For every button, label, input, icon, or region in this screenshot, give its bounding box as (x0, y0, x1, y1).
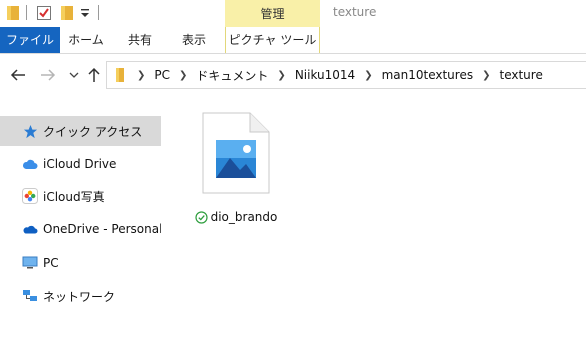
sidebar-item-label: iCloud写真 (43, 189, 105, 204)
back-arrow-icon[interactable] (8, 64, 28, 86)
file-name-text: dio_brando (210, 210, 278, 224)
sidebar-item-icloud-drive[interactable]: iCloud Drive (0, 149, 161, 179)
pc-icon (22, 255, 38, 271)
up-arrow-icon[interactable] (84, 64, 104, 86)
breadcrumb-separator-icon[interactable]: ❯ (476, 70, 496, 81)
tab-picture-tools[interactable]: ピクチャ ツール (225, 27, 320, 53)
breadcrumb-separator-icon[interactable]: ❯ (173, 70, 193, 81)
breadcrumb-pc[interactable]: PC (151, 68, 173, 82)
sidebar-item-label: OneDrive - Personal (43, 222, 163, 236)
forward-arrow-icon[interactable] (38, 64, 58, 86)
folder-icon (115, 67, 125, 83)
ribbon-tabs: ファイル ホーム 共有 表示 ピクチャ ツール (0, 27, 586, 54)
navigation-bar: ❯ PC ❯ ドキュメント ❯ Niiku1014 ❯ man10texture… (0, 54, 586, 96)
star-icon (22, 123, 38, 139)
navigation-pane: クイック アクセス iCloud Drive iCloud写真 OneDrive… (0, 96, 163, 358)
breadcrumb-separator-icon[interactable]: ❯ (131, 70, 151, 81)
customize-dropdown-icon[interactable] (80, 4, 90, 22)
properties-icon[interactable] (36, 4, 52, 22)
sidebar-item-icloud-photos[interactable]: iCloud写真 (0, 181, 161, 211)
network-icon (22, 288, 38, 304)
tab-file[interactable]: ファイル (0, 27, 60, 53)
file-item[interactable]: dio_brando (191, 112, 281, 232)
title-bar: 管理 texture (0, 0, 586, 27)
window-title: texture (333, 5, 377, 19)
photos-icon (22, 188, 38, 204)
sidebar-item-label: PC (43, 256, 59, 270)
contextual-tab-header: 管理 (225, 0, 320, 27)
sidebar-item-quick-access[interactable]: クイック アクセス (0, 116, 161, 146)
breadcrumb-man10textures[interactable]: man10textures (379, 68, 477, 82)
address-bar[interactable]: ❯ PC ❯ ドキュメント ❯ Niiku1014 ❯ man10texture… (106, 61, 586, 89)
sidebar-item-pc[interactable]: PC (0, 248, 161, 278)
sidebar-item-label: ネットワーク (43, 289, 116, 304)
tab-home[interactable]: ホーム (60, 27, 112, 53)
file-name: dio_brando (191, 210, 281, 224)
sidebar-item-label: クイック アクセス (43, 124, 143, 139)
folder-icon[interactable] (6, 4, 20, 22)
sidebar-item-onedrive[interactable]: OneDrive - Personal (0, 214, 163, 244)
tab-view[interactable]: 表示 (168, 27, 220, 53)
recent-locations-chevron-icon[interactable] (64, 64, 84, 86)
onedrive-icon (22, 221, 38, 237)
tab-share[interactable]: 共有 (114, 27, 166, 53)
breadcrumb-niiku1014[interactable]: Niiku1014 (292, 68, 358, 82)
new-folder-icon[interactable] (60, 4, 74, 22)
image-file-icon (202, 112, 270, 194)
file-list: dio_brando (161, 96, 586, 358)
sidebar-item-label: iCloud Drive (43, 157, 117, 171)
breadcrumb-texture[interactable]: texture (496, 68, 545, 82)
breadcrumb-separator-icon[interactable]: ❯ (358, 70, 378, 81)
sidebar-item-network[interactable]: ネットワーク (0, 281, 161, 311)
icloud-icon (22, 156, 38, 172)
synced-check-icon (195, 210, 208, 224)
breadcrumb-separator-icon[interactable]: ❯ (271, 70, 291, 81)
breadcrumb-documents[interactable]: ドキュメント (193, 67, 271, 84)
